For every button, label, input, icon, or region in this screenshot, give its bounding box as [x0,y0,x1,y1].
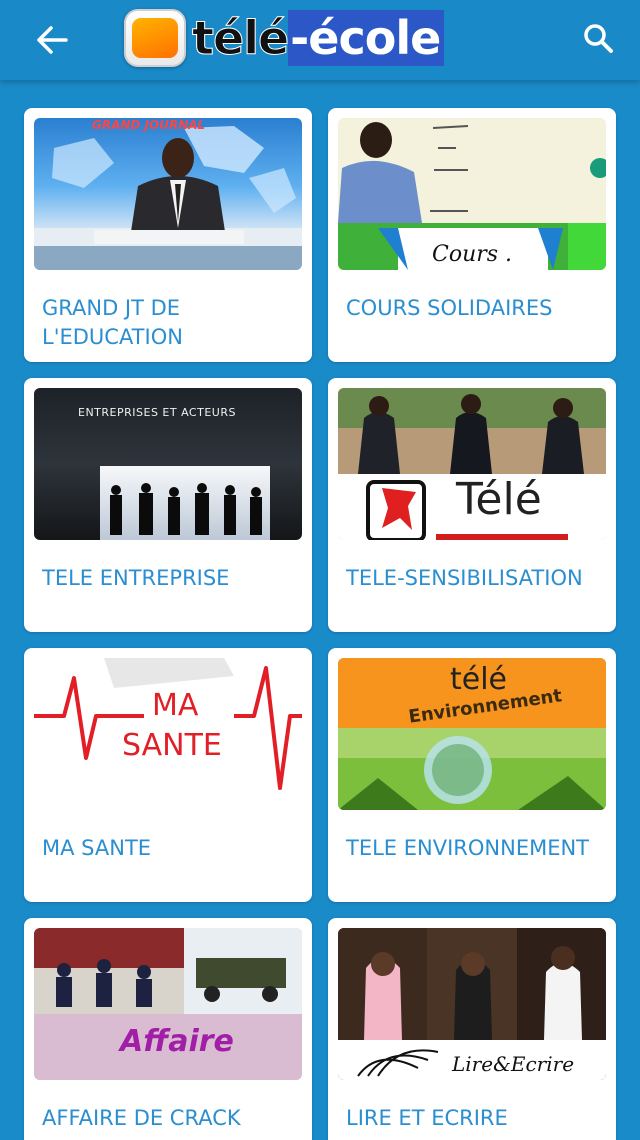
back-button[interactable] [28,18,76,62]
program-card-lire-et-ecrire[interactable]: Lire&Ecrire LIRE ET ECRIRE [328,918,616,1140]
search-button[interactable] [574,16,622,60]
program-thumbnail: MA SANTE [34,658,302,810]
program-thumbnail: télé Environnement [338,658,606,810]
program-thumbnail: ENTREPRISES ET ACTEURS [34,388,302,540]
program-card-tele-environnement[interactable]: télé Environnement TELE ENVIRONNEMENT [328,648,616,902]
logo-text-tele: télé [191,11,289,66]
program-card-tele-sensibilisation[interactable]: Télé TELE-SENSIBILISATION [328,378,616,632]
program-thumbnail: Cours . [338,118,606,270]
program-card-grand-jt[interactable]: GRAND JOURNAL GRAND JT DE L'EDUCATION [24,108,312,362]
program-thumbnail: Lire&Ecrire [338,928,606,1080]
program-card-tele-entreprise[interactable]: ENTREPRISES ET ACTEURS TELE ENTREPRISE [24,378,312,632]
program-thumbnail: Affaire [34,928,302,1080]
arrow-left-icon [37,26,68,54]
tv-logo-icon [124,9,186,67]
thumbnail-caption-sante: SANTE [122,728,222,763]
program-title: MA SANTE [42,836,152,860]
thumbnail-caption: GRAND JOURNAL [92,118,206,132]
thumbnail-caption: Lire&Ecrire [452,1052,575,1076]
thumbnail-caption-ma: MA [152,688,199,723]
program-card-cours-solidaires[interactable]: Cours . COURS SOLIDAIRES [328,108,616,362]
program-title: COURS SOLIDAIRES [346,296,553,320]
program-card-ma-sante[interactable]: MA SANTE MA SANTE [24,648,312,902]
thumbnail-caption: Télé [456,474,542,525]
app-logo: télé -école [124,6,445,70]
search-icon [584,24,613,53]
program-title: LIRE ET ECRIRE [346,1106,508,1130]
program-grid: GRAND JOURNAL GRAND JT DE L'EDUCATION Co… [24,108,616,1140]
thumbnail-caption: Cours . [432,242,513,267]
logo-text-ecole: -école [288,10,445,66]
program-thumbnail: Télé [338,388,606,540]
app-header: télé -école [0,0,640,80]
thumbnail-caption-tele: télé [450,662,508,697]
program-thumbnail: GRAND JOURNAL [34,118,302,270]
program-title: TELE-SENSIBILISATION [346,566,583,590]
thumbnail-caption: Affaire [120,1024,234,1059]
program-card-affaire-de-crack[interactable]: Affaire AFFAIRE DE CRACK [24,918,312,1140]
program-title: TELE ENTREPRISE [42,566,230,590]
thumbnail-caption: ENTREPRISES ET ACTEURS [78,406,236,419]
program-title: TELE ENVIRONNEMENT [346,836,590,860]
program-title: GRAND JT DE L'EDUCATION [42,296,183,349]
program-title: AFFAIRE DE CRACK [42,1106,241,1130]
